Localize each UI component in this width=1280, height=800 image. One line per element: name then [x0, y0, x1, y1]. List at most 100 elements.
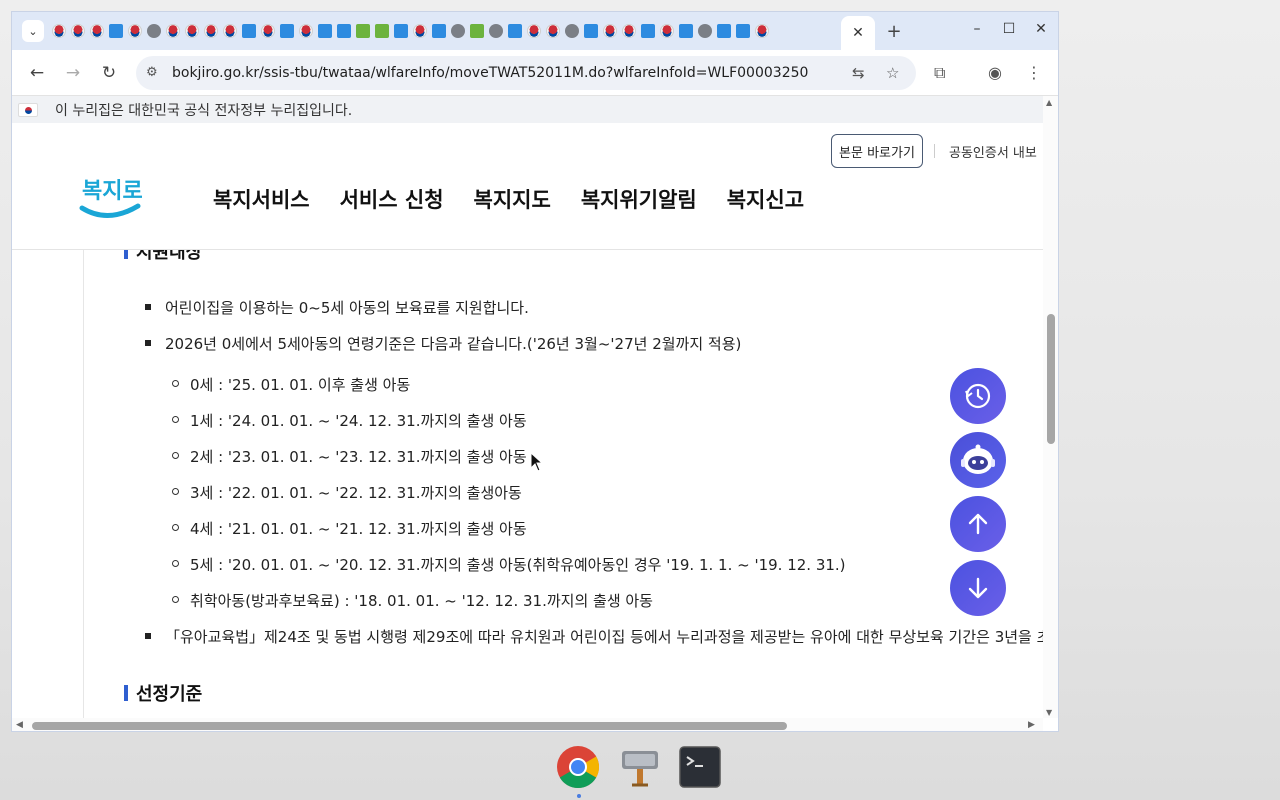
tab-favicon[interactable]: [755, 24, 769, 38]
tab-favicon[interactable]: [622, 24, 636, 38]
nav-welfare-report[interactable]: 복지신고: [727, 184, 804, 214]
nav-welfare-services[interactable]: 복지서비스: [213, 184, 310, 214]
gov-banner-text: 이 누리집은 대한민국 공식 전자정부 누리집입니다.: [55, 102, 353, 119]
square-bullet: [145, 340, 151, 346]
tab-search-button[interactable]: ⌄: [22, 20, 44, 42]
site-info-icon[interactable]: ⚙: [146, 65, 158, 80]
tab-favicon[interactable]: [299, 24, 313, 38]
chatbot-robot-icon: [961, 444, 995, 474]
recent-history-button[interactable]: [950, 368, 1006, 424]
back-arrow-icon[interactable]: ←: [26, 63, 48, 83]
tab-favicon[interactable]: [603, 24, 617, 38]
tab-favicon[interactable]: [128, 24, 142, 38]
tab-favicon[interactable]: [565, 24, 579, 38]
nav-welfare-map[interactable]: 복지지도: [474, 184, 551, 214]
profile-icon[interactable]: ◉: [988, 63, 1002, 82]
nav-service-apply[interactable]: 서비스 신청: [340, 184, 444, 214]
close-window-button[interactable]: ✕: [1031, 21, 1051, 37]
maximize-button[interactable]: ☐: [999, 21, 1019, 37]
tab-favicon[interactable]: [356, 24, 370, 38]
cert-export-link[interactable]: 공동인증서 내보: [949, 142, 1037, 161]
scroll-down-arrow-icon[interactable]: ▼: [1046, 708, 1052, 717]
square-bullet: [145, 304, 151, 310]
sub-list-item: 취학아동(방과후보육료) : '18. 01. 01. ~ '12. 12. 3…: [190, 592, 653, 610]
tab-favicon[interactable]: [432, 24, 446, 38]
scroll-left-arrow-icon[interactable]: ◀: [16, 720, 23, 730]
tab-favicon[interactable]: [147, 24, 161, 38]
tab-favicon[interactable]: [641, 24, 655, 38]
tab-favicon[interactable]: [508, 24, 522, 38]
tab-favicon[interactable]: [375, 24, 389, 38]
tab-favicon[interactable]: [451, 24, 465, 38]
tab-favicon[interactable]: [261, 24, 275, 38]
close-icon[interactable]: ✕: [852, 25, 864, 41]
address-bar[interactable]: ⚙ bokjiro.go.kr/ssis-tbu/twataa/wlfareIn…: [136, 56, 916, 90]
tab-favicon[interactable]: [185, 24, 199, 38]
tab-favicon[interactable]: [166, 24, 180, 38]
forward-arrow-icon[interactable]: →: [62, 63, 84, 83]
tab-favicon[interactable]: [660, 24, 674, 38]
system-tools-app-icon[interactable]: [618, 745, 662, 789]
circle-bullet: [172, 416, 179, 423]
terminal-app-icon[interactable]: [678, 745, 722, 789]
tab-favicon[interactable]: [717, 24, 731, 38]
skip-to-content-button[interactable]: 본문 바로가기: [831, 134, 923, 168]
bookmark-star-icon[interactable]: ☆: [886, 64, 899, 82]
circle-bullet: [172, 596, 179, 603]
chatbot-button[interactable]: [950, 432, 1006, 488]
sub-list-item: 4세 : '21. 01. 01. ~ '21. 12. 31.까지의 출생 아…: [190, 520, 527, 538]
list-item: 「유아교육법」제24조 및 동법 시행령 제29조에 따라 유치원과 어린이집 …: [165, 628, 1043, 646]
tab-favicon[interactable]: [470, 24, 484, 38]
nav-crisis-alert[interactable]: 복지위기알림: [581, 184, 697, 214]
horizontal-scroll-thumb[interactable]: [32, 722, 787, 730]
translate-icon[interactable]: ⇆: [852, 64, 865, 82]
vertical-scrollbar[interactable]: ▲ ▼: [1043, 96, 1058, 718]
tab-favicon[interactable]: [280, 24, 294, 38]
tab-favicon[interactable]: [109, 24, 123, 38]
horizontal-scrollbar[interactable]: ◀ ▶: [12, 718, 1043, 731]
list-item: 2026년 0세에서 5세아동의 연령기준은 다음과 같습니다.('26년 3월…: [165, 335, 742, 353]
new-tab-button[interactable]: +: [884, 21, 904, 42]
sub-list-item: 2세 : '23. 01. 01. ~ '23. 12. 31.까지의 출생 아…: [190, 448, 527, 466]
reload-icon[interactable]: ↻: [98, 63, 120, 83]
tab-favicon[interactable]: [223, 24, 237, 38]
arrow-up-icon: [968, 513, 988, 535]
tab-favicon[interactable]: [318, 24, 332, 38]
tab-favicon[interactable]: [71, 24, 85, 38]
bokjiro-logo[interactable]: 복지로: [78, 168, 142, 224]
vertical-scroll-thumb[interactable]: [1047, 314, 1055, 444]
tab-favicon[interactable]: [546, 24, 560, 38]
tab-favicon[interactable]: [679, 24, 693, 38]
chrome-app-icon[interactable]: [556, 745, 600, 789]
section-accent-bar: [124, 250, 128, 259]
tab-favicon[interactable]: [52, 24, 66, 38]
sub-list-item: 3세 : '22. 01. 01. ~ '22. 12. 31.까지의 출생아동: [190, 484, 522, 502]
scroll-top-button[interactable]: [950, 496, 1006, 552]
sub-list-item: 5세 : '20. 01. 01. ~ '20. 12. 31.까지의 출생 아…: [190, 556, 846, 574]
mouse-cursor-icon: [530, 452, 544, 472]
tab-favicon[interactable]: [584, 24, 598, 38]
tab-favicon[interactable]: [242, 24, 256, 38]
url-text[interactable]: bokjiro.go.kr/ssis-tbu/twataa/wlfareInfo…: [172, 65, 808, 81]
menu-kebab-icon[interactable]: ⋮: [1026, 63, 1042, 82]
scroll-right-arrow-icon[interactable]: ▶: [1028, 720, 1035, 730]
active-tab[interactable]: ✕: [841, 16, 875, 50]
korea-flag-icon: [18, 102, 38, 117]
tab-favicon[interactable]: [698, 24, 712, 38]
scroll-up-arrow-icon[interactable]: ▲: [1046, 98, 1052, 107]
scroll-bottom-button[interactable]: [950, 560, 1006, 616]
tab-favicon[interactable]: [413, 24, 427, 38]
sub-list-item: 1세 : '24. 01. 01. ~ '24. 12. 31.까지의 출생 아…: [190, 412, 527, 430]
tab-favicon[interactable]: [204, 24, 218, 38]
circle-bullet: [172, 524, 179, 531]
minimize-button[interactable]: –: [967, 21, 987, 37]
extensions-icon[interactable]: ⧉: [934, 63, 945, 83]
gov-banner: 이 누리집은 대한민국 공식 전자정부 누리집입니다.: [12, 96, 1043, 123]
tab-favicon[interactable]: [337, 24, 351, 38]
tab-favicon[interactable]: [489, 24, 503, 38]
tab-favicon[interactable]: [527, 24, 541, 38]
chevron-down-icon: ⌄: [28, 24, 38, 38]
tab-favicon[interactable]: [736, 24, 750, 38]
tab-favicon[interactable]: [394, 24, 408, 38]
tab-favicon[interactable]: [90, 24, 104, 38]
